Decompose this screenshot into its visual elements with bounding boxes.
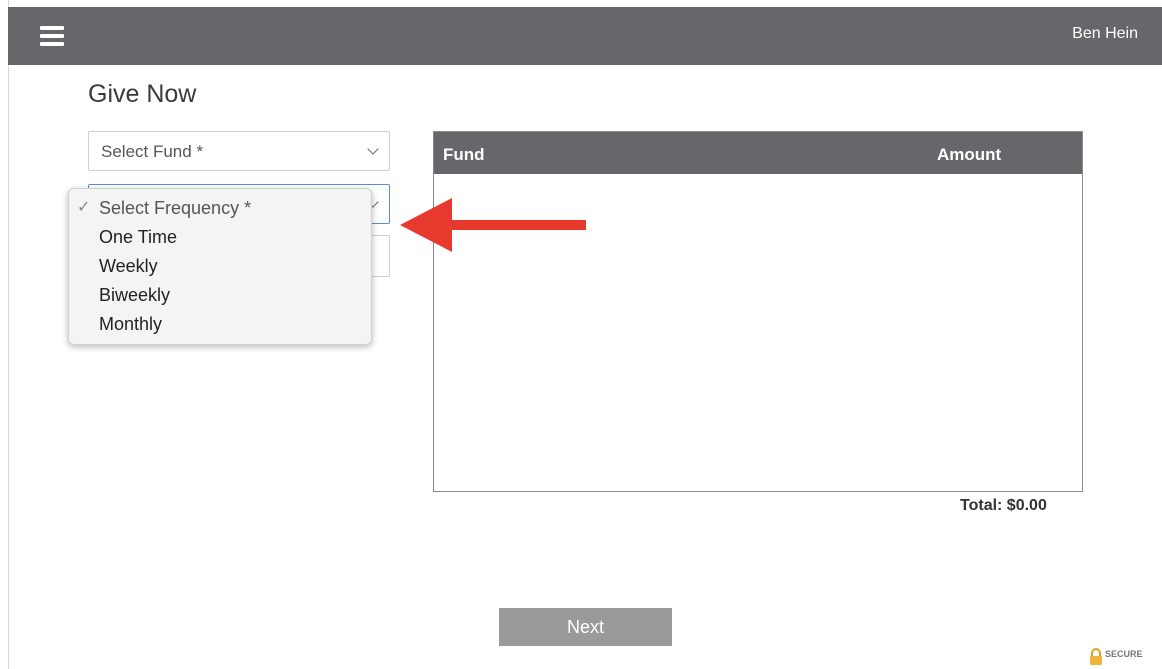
next-button[interactable]: Next	[499, 608, 672, 646]
padlock-icon	[1090, 648, 1102, 665]
table-header-row: Fund Amount	[434, 132, 1082, 174]
column-header-amount: Amount	[937, 145, 1002, 164]
top-navigation-bar: Ben Hein	[8, 7, 1162, 65]
frequency-option-monthly[interactable]: Monthly	[99, 313, 162, 335]
chevron-down-icon	[367, 143, 379, 155]
secure-badge: SECURE	[1089, 646, 1159, 668]
frequency-option-biweekly[interactable]: Biweekly	[99, 284, 170, 306]
column-header-fund: Fund	[443, 145, 485, 164]
fund-select-value: Select Fund *	[101, 142, 204, 161]
checkmark-icon: ✓	[77, 199, 91, 216]
page-title: Give Now	[88, 80, 197, 108]
page-frame-edge	[8, 0, 9, 669]
frequency-option-one-time[interactable]: One Time	[99, 226, 177, 248]
hamburger-menu-icon[interactable]	[40, 26, 64, 46]
secure-badge-label: SECURE	[1105, 649, 1143, 659]
fund-summary-table: Fund Amount	[433, 131, 1083, 492]
user-name[interactable]: Ben Hein	[1072, 25, 1138, 43]
total-amount: Total: $0.00	[960, 497, 1047, 514]
frequency-dropdown-menu: ✓ Select Frequency * One Time Weekly Biw…	[68, 188, 372, 345]
frequency-option-placeholder[interactable]: Select Frequency *	[99, 197, 251, 219]
fund-select[interactable]: Select Fund *	[88, 131, 390, 171]
red-arrow-annotation	[400, 198, 586, 252]
frequency-option-weekly[interactable]: Weekly	[99, 255, 158, 277]
